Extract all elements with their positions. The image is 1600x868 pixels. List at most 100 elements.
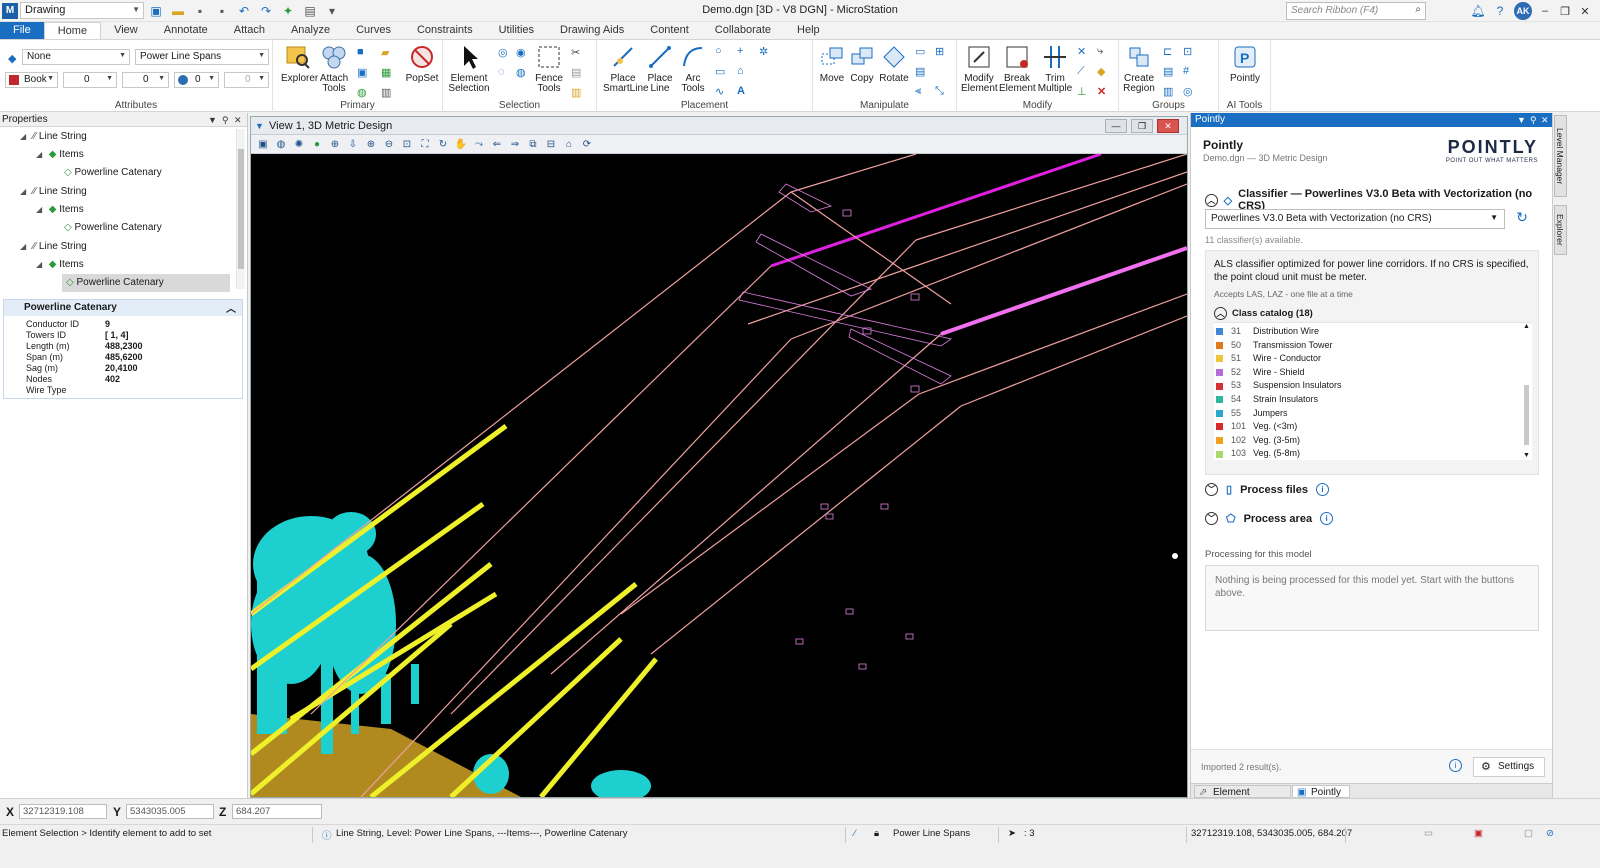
create-region-button[interactable]: Create Region xyxy=(1121,43,1157,94)
info-icon[interactable]: i xyxy=(1315,483,1329,496)
clipboard-icon[interactable]: ▥ xyxy=(571,86,583,99)
copy-button[interactable]: Copy xyxy=(847,43,877,84)
chamfer-icon[interactable]: ◆ xyxy=(1097,65,1109,78)
tree-item-items[interactable]: ◢ ◆ Items xyxy=(36,146,84,164)
tab-curves[interactable]: Curves xyxy=(343,22,404,39)
style-select[interactable]: 0 ▼ xyxy=(122,72,169,88)
copy-view-icon[interactable]: ⧉ xyxy=(525,137,541,152)
close-icon[interactable]: ✕ xyxy=(1578,5,1592,18)
panel-menu-icon[interactable]: ▼ xyxy=(208,113,217,127)
location-pin-icon[interactable]: ● xyxy=(309,137,325,152)
pan-view-icon[interactable]: ✋ xyxy=(453,137,469,152)
trim-multiple-button[interactable]: Trim Multiple xyxy=(1037,43,1073,94)
expand-icon[interactable]: ﹀ xyxy=(1205,483,1218,496)
tree-item-items[interactable]: ◢ ◆ Items xyxy=(36,201,84,219)
stretch-icon[interactable]: ⤡ xyxy=(935,85,947,97)
tab-element-selection[interactable]: ⬀Element Selection xyxy=(1194,785,1291,811)
element-info-icon[interactable]: ▥ xyxy=(381,86,393,99)
z-coordinate-field[interactable]: 684.207 xyxy=(232,804,322,819)
array-icon[interactable]: ⊞ xyxy=(935,45,947,58)
display-style-icon[interactable]: ◍ xyxy=(273,137,289,152)
tree-item-powerline-catenary[interactable]: ◇ Powerline Catenary xyxy=(64,219,162,237)
network-icon[interactable]: ⊘ xyxy=(1546,828,1554,839)
x-coordinate-field[interactable]: 32712319.108 xyxy=(19,804,107,819)
update-view-icon[interactable]: ⇩ xyxy=(345,137,361,152)
models-icon[interactable]: ■ xyxy=(357,46,369,58)
tab-utilities[interactable]: Utilities xyxy=(486,22,547,39)
extend-icon[interactable]: ✕ xyxy=(1077,45,1089,58)
microstation-logo-icon[interactable]: M xyxy=(2,3,18,19)
clip-volume-icon[interactable]: ⊟ xyxy=(543,137,559,152)
tree-item-powerline-catenary[interactable]: ◇ Powerline Catenary xyxy=(64,164,162,182)
cut-icon[interactable]: ✂ xyxy=(571,46,583,59)
tab-pointly[interactable]: ▣ Pointly xyxy=(1292,785,1350,798)
redo-icon[interactable]: ↷ xyxy=(258,3,274,19)
tree-item-line-string[interactable]: ◢ ∕∕ Line String xyxy=(20,238,87,256)
y-coordinate-field[interactable]: 5343035.005 xyxy=(126,804,214,819)
open-folder-icon[interactable]: ▬ xyxy=(170,3,186,19)
tree-item-line-string[interactable]: ◢ ∕∕ Line String xyxy=(20,128,87,146)
view-restore-icon[interactable]: ❐ xyxy=(1131,119,1153,133)
save-status-icon[interactable]: ▢ xyxy=(1524,828,1533,839)
ribbon-search-input[interactable]: Search Ribbon (F4) ⌕ xyxy=(1286,2,1426,20)
select-add-icon[interactable]: ◌ xyxy=(498,66,510,78)
notification-bell-icon[interactable]: 🔔︎ xyxy=(1470,3,1486,19)
intersect-icon[interactable]: ⟋ xyxy=(1077,65,1089,77)
group-icon[interactable]: ⊏ xyxy=(1163,45,1175,58)
selection-cursor-icon[interactable]: ➤ xyxy=(1008,828,1016,839)
cell-icon[interactable]: ✲ xyxy=(759,45,771,58)
point-icon[interactable]: + xyxy=(737,45,749,57)
named-group-icon[interactable]: ◎ xyxy=(1183,85,1195,98)
class-catalog-header[interactable]: ︿ Class catalog (18) xyxy=(1214,307,1313,320)
refresh-icon[interactable]: ↻ xyxy=(1511,209,1533,229)
weight-select[interactable]: 0 ▼ xyxy=(63,72,117,88)
element-selection-button[interactable]: Element Selection xyxy=(447,43,491,94)
mirror-icon[interactable]: ▤ xyxy=(915,65,927,78)
3d-view-canvas[interactable] xyxy=(251,154,1187,797)
walk-icon[interactable]: ⤳ xyxy=(471,137,487,152)
pin-icon[interactable]: ⚲ xyxy=(1530,113,1537,127)
fillet-icon[interactable]: ⤷ xyxy=(1097,45,1109,57)
save-icon[interactable]: ▪ xyxy=(192,3,208,19)
panel-menu-icon[interactable]: ▼ xyxy=(1517,113,1526,127)
status-level[interactable]: Power Line Spans xyxy=(893,828,970,839)
tree-scrollbar[interactable] xyxy=(236,129,245,289)
zoom-out-icon[interactable]: ⊖ xyxy=(381,137,397,152)
display-styles-icon[interactable]: ▦ xyxy=(381,66,393,79)
save-settings-icon[interactable]: ▪ xyxy=(214,3,230,19)
transparency-select[interactable]: 0 ▼ xyxy=(174,72,219,88)
close-icon[interactable]: ✕ xyxy=(1541,113,1549,127)
align-icon[interactable]: ⫷ xyxy=(915,85,927,97)
graphic-group-icon[interactable]: ▥ xyxy=(1163,85,1175,98)
window-area-icon[interactable]: ⊡ xyxy=(399,137,415,152)
circle-icon[interactable]: ○ xyxy=(715,45,727,57)
view-previous-icon[interactable]: ⇐ xyxy=(489,137,505,152)
select-filter-icon[interactable]: ◉ xyxy=(516,46,528,59)
partial-delete-icon[interactable]: ⊥ xyxy=(1077,85,1089,98)
break-element-button[interactable]: Break Element xyxy=(999,43,1036,94)
collapse-icon[interactable]: ︿ xyxy=(1214,307,1227,320)
workspace-icon[interactable]: ▣ xyxy=(148,3,164,19)
collapse-icon[interactable]: ◢ xyxy=(20,238,30,256)
camera-icon[interactable]: ⌂ xyxy=(561,137,577,152)
print-icon[interactable]: ▤ xyxy=(302,3,318,19)
view-next-icon[interactable]: ⇒ xyxy=(507,137,523,152)
levels-icon[interactable]: ▰ xyxy=(381,46,393,59)
priority-select[interactable]: 0 ▼ xyxy=(224,72,269,88)
message-center-icon[interactable]: ▣ xyxy=(1474,828,1483,839)
collapse-icon[interactable]: ◢ xyxy=(36,201,46,219)
references-icon[interactable]: ▣ xyxy=(357,66,369,79)
tab-help[interactable]: Help xyxy=(784,22,833,39)
search-icon[interactable]: ⌕ xyxy=(1415,4,1421,15)
place-smartline-button[interactable]: Place SmartLine xyxy=(603,43,649,94)
tab-explorer[interactable]: Explorer xyxy=(1554,205,1567,255)
rotate-button[interactable]: Rotate xyxy=(877,43,911,84)
view-rotation-icon[interactable]: ⟳ xyxy=(579,137,595,152)
rotate-view-icon[interactable]: ↻ xyxy=(435,137,451,152)
collapse-icon[interactable]: ◢ xyxy=(36,256,46,274)
curve-icon[interactable]: ∿ xyxy=(715,85,727,98)
place-line-button[interactable]: Place Line xyxy=(645,43,675,94)
scrollbar-thumb[interactable] xyxy=(1524,385,1529,445)
tree-item-items[interactable]: ◢ ◆ Items xyxy=(36,256,84,274)
raster-icon[interactable]: ◍ xyxy=(357,86,369,99)
